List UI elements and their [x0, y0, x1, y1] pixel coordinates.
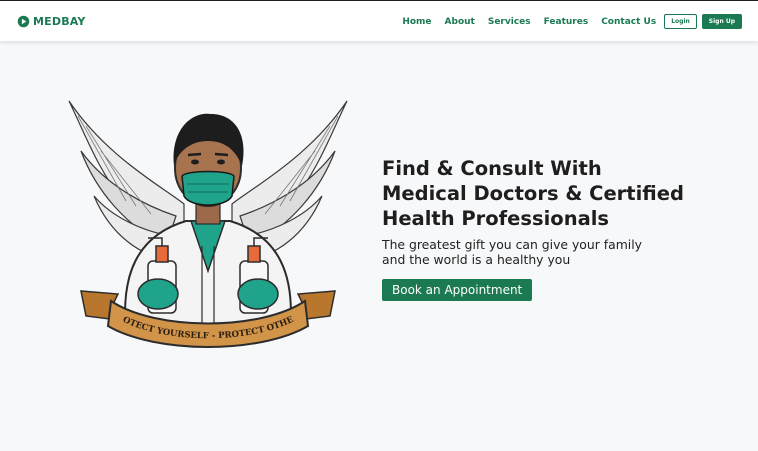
hero-subtitle-line: The greatest gift you can give your fami… — [382, 237, 643, 252]
face-mask — [181, 170, 235, 206]
main-nav: Home About Services Features Contact Us … — [402, 14, 742, 29]
top-navbar: MEDBAY Home About Services Features Cont… — [0, 0, 758, 41]
login-button[interactable]: Login — [664, 14, 697, 29]
hero-subtitle: The greatest gift you can give your fami… — [382, 237, 642, 267]
hero-illustration: PROTECT YOURSELF - PROTECT OTHERS — [62, 89, 350, 354]
hero-title-line: Health Professionals — [382, 207, 610, 230]
nav-features[interactable]: Features — [544, 17, 589, 27]
nav-about[interactable]: About — [445, 17, 475, 27]
brand-logo[interactable]: MEDBAY — [17, 13, 86, 29]
nav-home[interactable]: Home — [402, 17, 431, 27]
brand-name: MEDBAY — [33, 14, 86, 28]
signup-button[interactable]: Sign Up — [701, 14, 742, 29]
hero-content: Find & Consult With Medical Doctors & Ce… — [382, 156, 722, 301]
nav-contact-us[interactable]: Contact Us — [601, 17, 656, 27]
play-logo-icon — [17, 15, 30, 27]
book-appointment-button[interactable]: Book an Appointment — [382, 279, 533, 301]
hero-title-line: Medical Doctors & Certified — [382, 182, 684, 205]
nav-services[interactable]: Services — [488, 17, 531, 27]
hero-title-line: Find & Consult With — [382, 157, 602, 180]
hero-title: Find & Consult With Medical Doctors & Ce… — [382, 156, 722, 231]
hero-subtitle-line: and the world is a healthy you — [382, 252, 571, 267]
